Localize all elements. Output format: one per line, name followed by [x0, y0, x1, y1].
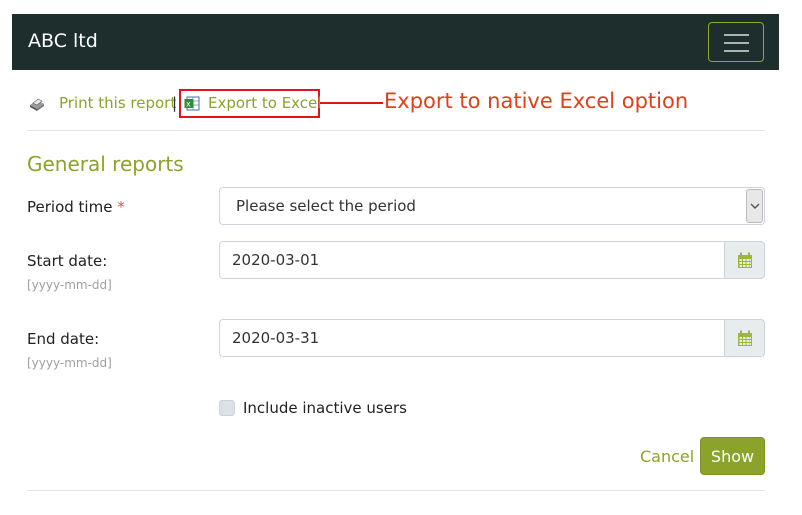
include-inactive-checkbox[interactable]: [219, 400, 235, 416]
start-date-calendar-button[interactable]: [724, 241, 765, 279]
show-button[interactable]: Show: [700, 437, 765, 475]
start-date-label: Start date:: [27, 252, 108, 270]
printer-icon[interactable]: [29, 97, 45, 111]
export-highlight-box: x Export to Excel: [179, 89, 321, 118]
section-title: General reports: [27, 152, 184, 176]
svg-text:x: x: [186, 100, 191, 109]
annotation-connector: [320, 102, 383, 104]
period-select-value: Please select the period: [236, 197, 416, 215]
export-excel-link[interactable]: Export to Excel: [208, 94, 321, 112]
chevron-down-icon: [750, 203, 760, 209]
include-inactive-label[interactable]: Include inactive users: [243, 399, 407, 417]
select-dropdown-button[interactable]: [746, 189, 763, 223]
start-date-group: [219, 241, 765, 279]
divider: [27, 490, 765, 491]
navbar: ABC ltd: [12, 14, 779, 70]
toolbar-separator: |: [172, 94, 178, 112]
period-label: Period time *: [27, 198, 125, 216]
start-date-input[interactable]: [219, 241, 725, 279]
end-date-hint: [yyyy-mm-dd]: [27, 356, 112, 370]
cancel-link[interactable]: Cancel: [640, 447, 694, 466]
divider: [27, 130, 765, 131]
period-select[interactable]: Please select the period: [219, 187, 765, 225]
brand-title[interactable]: ABC ltd: [28, 30, 98, 52]
period-label-text: Period time: [27, 198, 113, 216]
print-report-link[interactable]: Print this report: [59, 94, 176, 112]
menu-toggle-button[interactable]: [708, 22, 764, 62]
start-date-hint: [yyyy-mm-dd]: [27, 278, 112, 292]
excel-icon[interactable]: x: [184, 96, 200, 111]
required-mark: *: [117, 198, 125, 216]
hamburger-icon-bar: [724, 50, 749, 52]
calendar-icon: [738, 330, 752, 346]
end-date-group: [219, 319, 765, 357]
hamburger-icon-bar: [724, 42, 749, 44]
hamburger-icon: [724, 34, 749, 36]
calendar-icon: [738, 252, 752, 268]
end-date-calendar-button[interactable]: [724, 319, 765, 357]
end-date-label: End date:: [27, 330, 100, 348]
annotation-label: Export to native Excel option: [384, 89, 689, 113]
end-date-input[interactable]: [219, 319, 725, 357]
